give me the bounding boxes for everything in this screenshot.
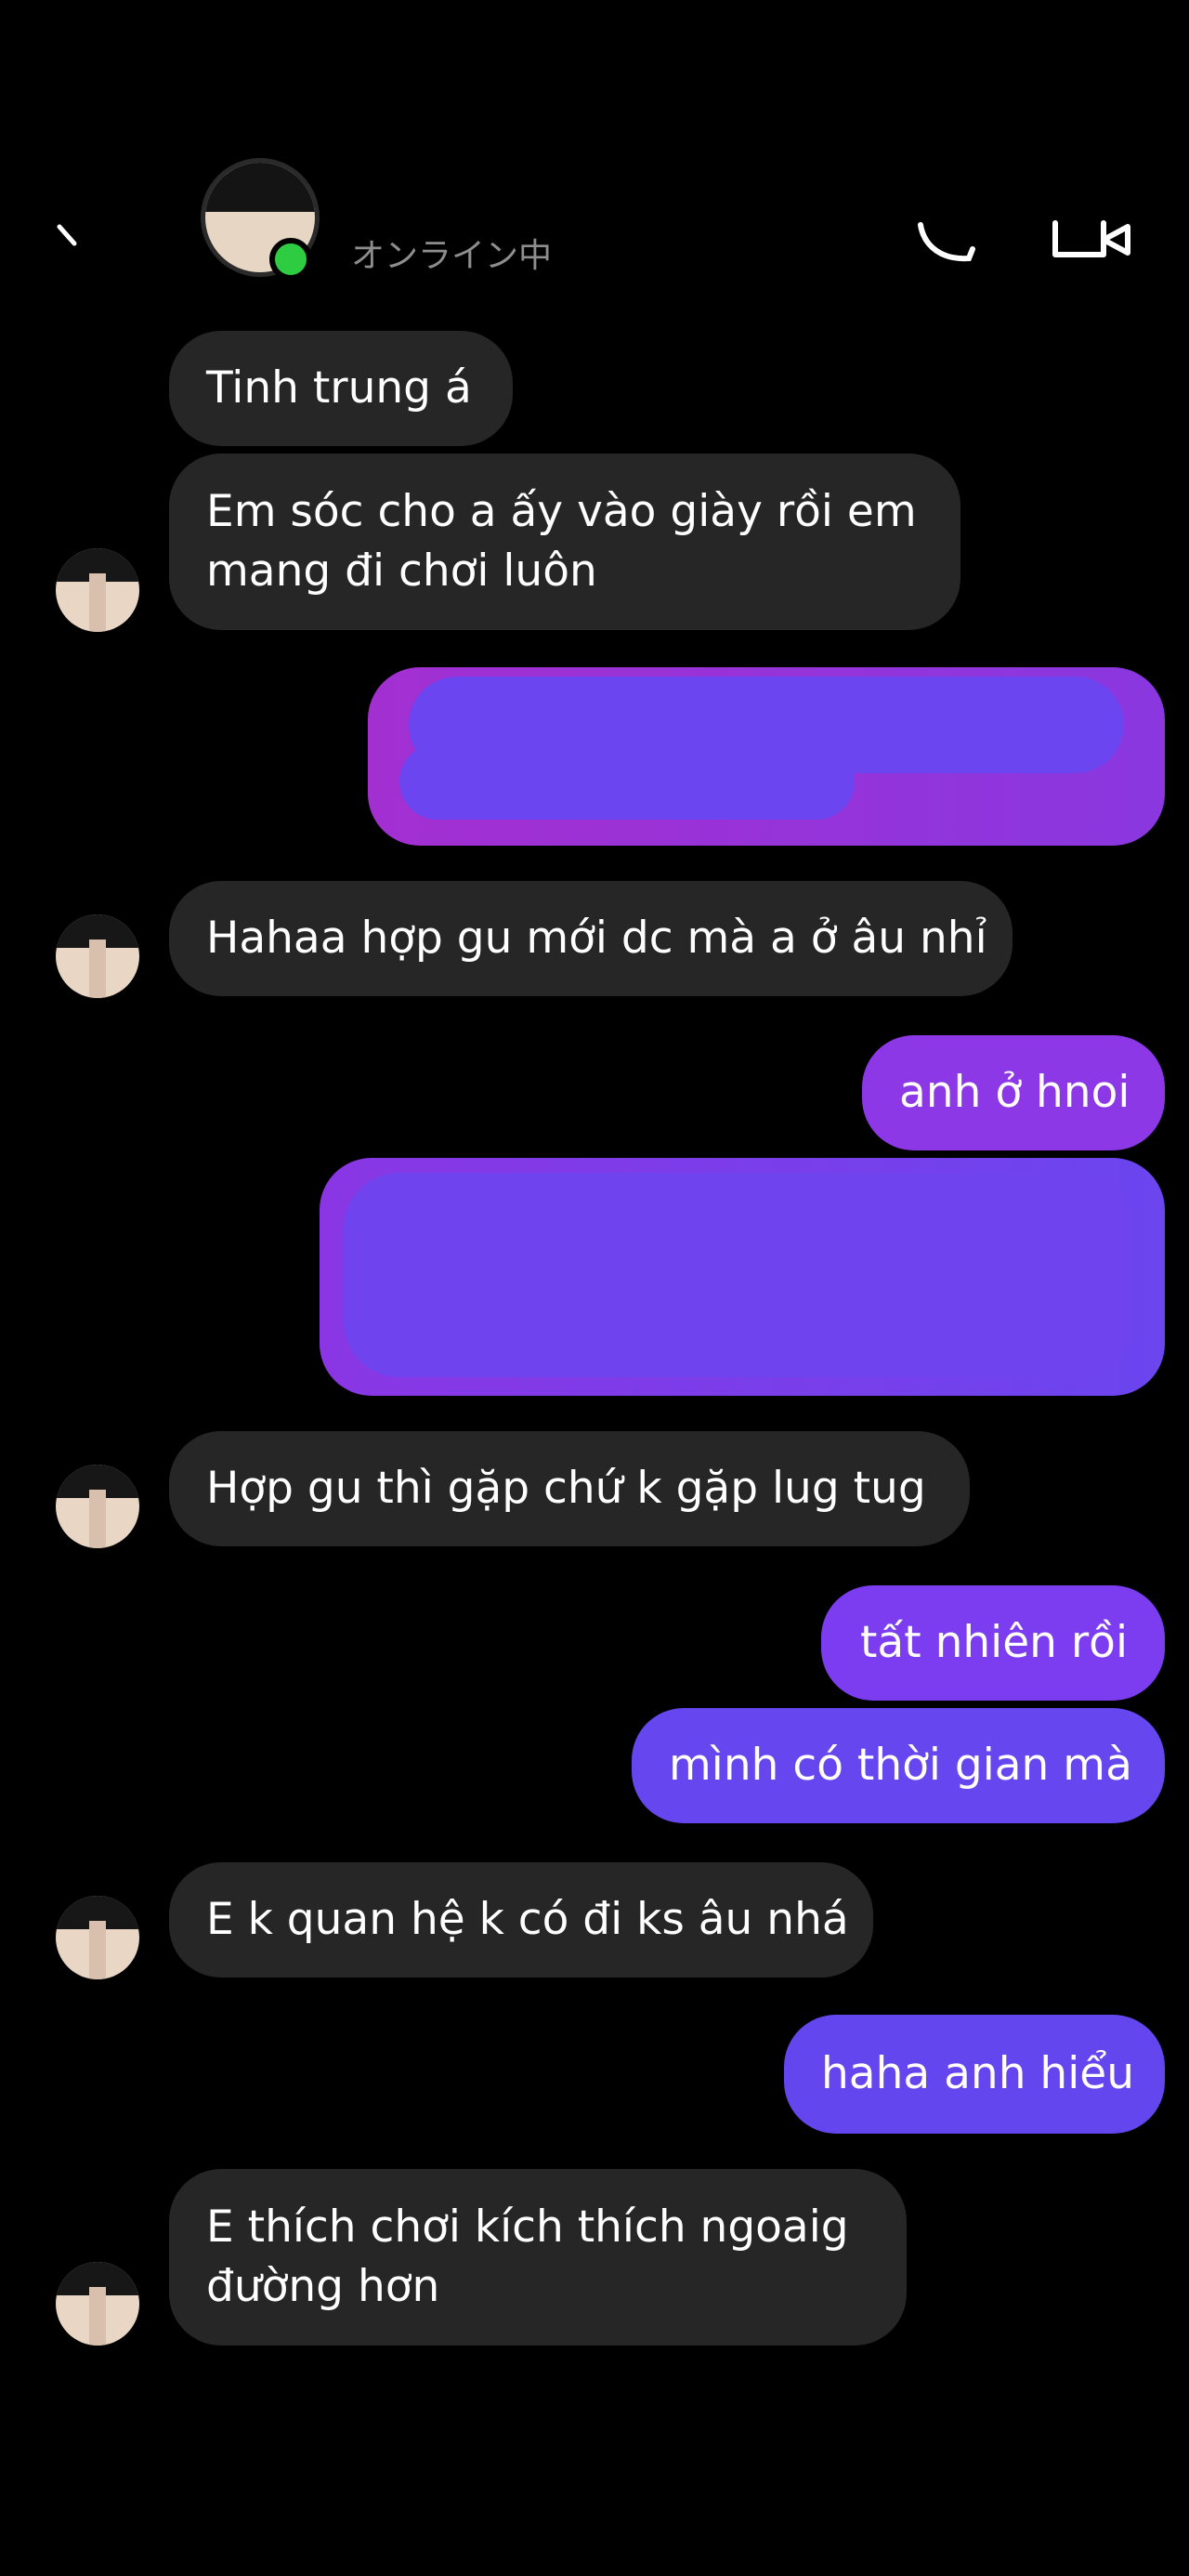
chat-header: オンライン中 bbox=[0, 0, 1189, 307]
message-text: mình có thời gian mà bbox=[669, 1740, 1132, 1791]
message-text-line: đường hơn bbox=[206, 2261, 440, 2312]
contact-avatar-small[interactable] bbox=[56, 548, 139, 632]
message-text: E k quan hệ k có đi ks âu nhá bbox=[206, 1894, 849, 1945]
message-outgoing[interactable]: haha anh hiểu bbox=[784, 2015, 1165, 2134]
message-incoming[interactable]: Em sóc cho a ấy vào giày rồi em mang đi … bbox=[169, 453, 960, 630]
online-indicator bbox=[269, 238, 312, 281]
message-text: haha anh hiểu bbox=[821, 2048, 1134, 2099]
message-incoming[interactable]: E thích chơi kích thích ngoaig đường hơn bbox=[169, 2169, 907, 2346]
message-text: Hahaa hợp gu mới dc mà a ở âu nhỉ bbox=[206, 913, 987, 964]
message-text-line: mang đi chơi luôn bbox=[206, 545, 597, 597]
message-text: Tinh trung á bbox=[206, 362, 472, 414]
message-text: Hợp gu thì gặp chứ k gặp lug tug bbox=[206, 1463, 926, 1514]
contact-avatar-small[interactable] bbox=[56, 914, 139, 998]
message-text-line: Em sóc cho a ấy vào giày rồi em bbox=[206, 486, 917, 537]
redaction-overlay bbox=[344, 1173, 1133, 1377]
contact-avatar-small[interactable] bbox=[56, 1465, 139, 1548]
message-incoming[interactable]: Tinh trung á bbox=[169, 331, 513, 446]
message-incoming[interactable]: E k quan hệ k có đi ks âu nhá bbox=[169, 1862, 873, 1978]
phone-icon[interactable] bbox=[915, 210, 980, 266]
chevron-left-icon[interactable] bbox=[54, 223, 82, 251]
message-outgoing[interactable]: anh ở hnoi bbox=[862, 1035, 1165, 1150]
video-camera-icon[interactable] bbox=[1050, 210, 1133, 266]
online-status: オンライン中 bbox=[351, 237, 553, 275]
message-text-line: E thích chơi kích thích ngoaig bbox=[206, 2201, 849, 2253]
redaction-overlay bbox=[399, 743, 855, 820]
message-text: tất nhiên rồi bbox=[859, 1617, 1128, 1668]
message-incoming[interactable]: Hahaa hợp gu mới dc mà a ở âu nhỉ bbox=[169, 881, 1013, 996]
contact-avatar-small[interactable] bbox=[56, 1896, 139, 1979]
message-outgoing[interactable]: mình có thời gian mà bbox=[632, 1708, 1165, 1823]
message-text: anh ở hnoi bbox=[899, 1067, 1130, 1118]
message-incoming[interactable]: Hợp gu thì gặp chứ k gặp lug tug bbox=[169, 1431, 970, 1546]
message-outgoing[interactable]: tất nhiên rồi bbox=[821, 1585, 1165, 1701]
contact-avatar-small[interactable] bbox=[56, 2262, 139, 2346]
